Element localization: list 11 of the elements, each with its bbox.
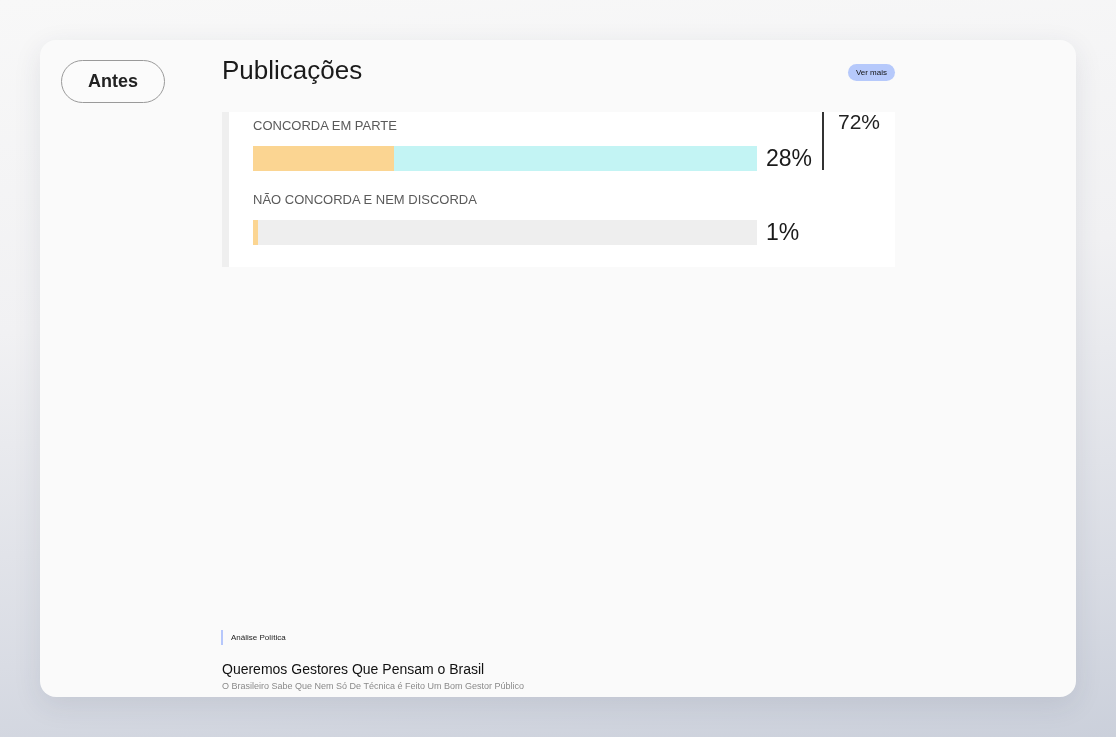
section-title: Publicações	[222, 55, 363, 85]
post-title-link[interactable]: Queremos Gestores Que Pensam o Brasil	[222, 661, 485, 677]
see-more-button[interactable]: Ver mais	[847, 63, 895, 81]
bar-percentage: 28%	[766, 144, 813, 172]
bar-label: CONCORDA EM PARTE	[253, 118, 397, 134]
total-percentage: 72%	[838, 112, 881, 132]
post-subtitle: O Brasileiro Sabe Que Nem Só De Técnica é Feito Um Bom Gestor Público	[222, 681, 524, 691]
post-category: Análise Política	[231, 633, 286, 642]
bar-percentage: 1%	[766, 218, 800, 246]
back-button[interactable]: Antes	[61, 60, 165, 103]
bar-label: NÃO CONCORDA E NEM DISCORDA	[253, 192, 477, 208]
